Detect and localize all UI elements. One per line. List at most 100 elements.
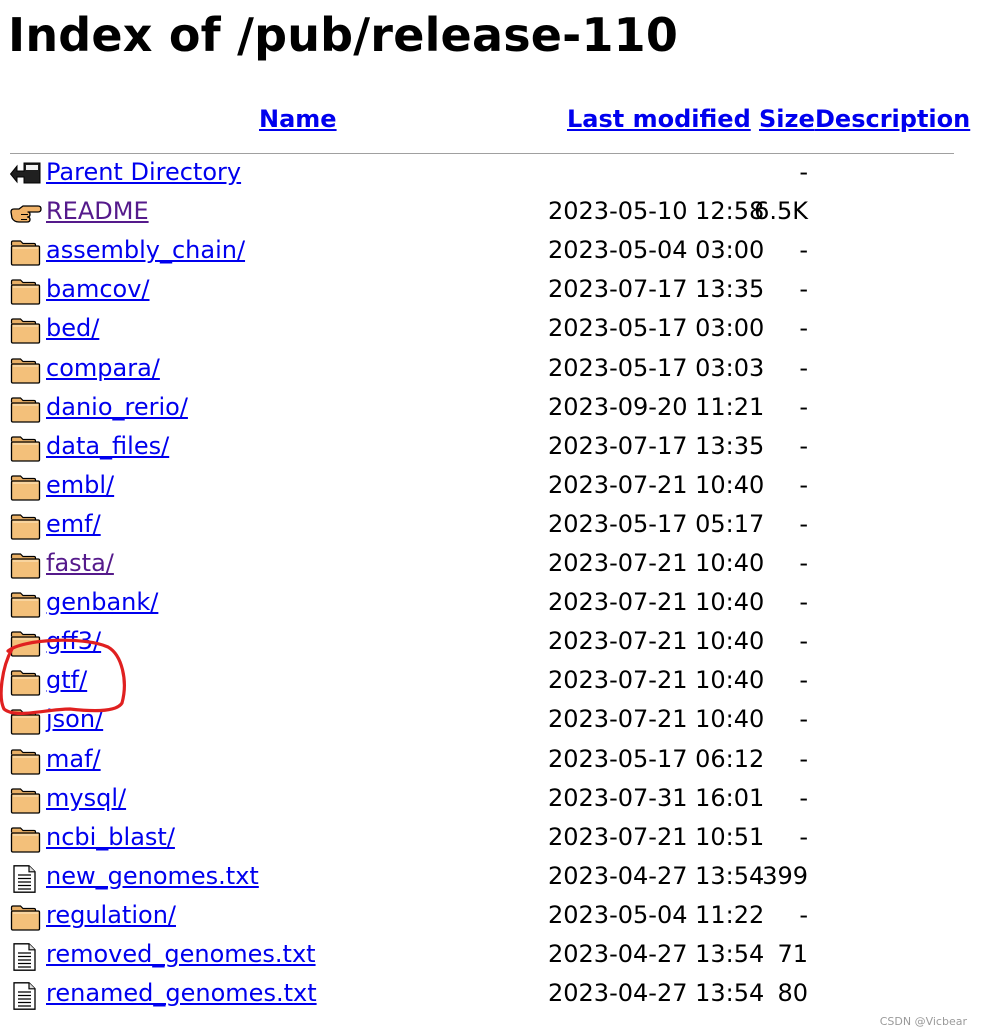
modified-date: 2023-07-17 13:35 [548,431,765,460]
folder-icon [10,396,42,424]
listing-row: compara/2023-05-17 03:03 - [0,349,982,388]
listing-row: emf/2023-05-17 05:17 - [0,505,982,544]
file-link[interactable]: regulation/ [46,896,176,935]
sort-by-last-modified-link[interactable]: Last modified [567,102,751,136]
listing-row: bed/2023-05-17 03:00 - [0,309,982,348]
text-file-icon [10,943,42,971]
listing-row: new_genomes.txt 2023-04-27 13:54 399 [0,857,982,896]
folder-icon [10,904,42,932]
modified-date: 2023-07-21 10:40 [548,627,765,656]
modified-date: 2023-07-21 10:40 [548,470,765,499]
listing-row: ncbi_blast/2023-07-21 10:51 - [0,818,982,857]
folder-icon [10,435,42,463]
text-file-icon [10,864,42,893]
sort-by-size-link[interactable]: Size [759,102,815,136]
file-size: 71 [777,940,808,968]
file-link[interactable]: genbank/ [46,583,158,622]
listing-row: gff3/2023-07-21 10:40 - [0,622,982,661]
file-size: - [799,275,808,304]
modified-date: 2023-05-17 03:00 [548,314,765,343]
file-link[interactable]: emf/ [46,505,101,544]
folder-icon [10,239,42,267]
listing-row: renamed_genomes.txt 2023-04-27 13:54 80 [0,974,982,1013]
listing-row: data_files/2023-07-17 13:35 - [0,427,982,466]
folder-icon [10,513,42,541]
file-link[interactable]: new_genomes.txt [46,857,259,896]
file-size: - [799,705,808,734]
modified-date: 2023-05-10 12:58 [548,197,765,226]
file-link[interactable]: assembly_chain/ [46,231,245,270]
listing-row: mysql/2023-07-31 16:01 - [0,779,982,818]
file-link[interactable]: mysql/ [46,779,126,818]
modified-date: 2023-07-17 13:35 [548,275,765,304]
sort-by-description-link[interactable]: Description [815,102,970,136]
listing-row: embl/2023-07-21 10:40 - [0,466,982,505]
file-size: - [799,431,808,460]
folder-icon [10,708,42,736]
file-size: - [799,627,808,656]
file-link[interactable]: maf/ [46,740,101,779]
folder-icon [10,278,42,306]
folder-icon [10,591,42,619]
file-link[interactable]: renamed_genomes.txt [46,974,317,1013]
modified-date: 2023-05-17 05:17 [548,509,765,538]
file-link[interactable]: danio_rerio/ [46,388,188,427]
page-title: Index of /pub/release-110 [8,8,679,62]
file-size: - [799,822,808,851]
listing-row: README 2023-05-10 12:58 6.5K [0,192,982,231]
listing-row: genbank/2023-07-21 10:40 - [0,583,982,622]
file-link[interactable]: embl/ [46,466,114,505]
file-link[interactable]: README [46,192,149,231]
folder-icon [10,826,42,854]
modified-date: 2023-05-04 11:22 [548,900,765,929]
file-size: 80 [777,979,808,1008]
folder-icon [10,552,42,580]
modified-date: 2023-05-17 03:03 [548,353,765,382]
file-size: - [799,392,808,421]
folder-icon [10,787,42,815]
file-link[interactable]: data_files/ [46,427,169,466]
modified-date: 2023-07-21 10:40 [548,588,765,617]
file-link[interactable]: json/ [46,700,103,739]
listing-row: bamcov/2023-07-17 13:35 - [0,270,982,309]
file-link[interactable]: ncbi_blast/ [46,818,175,857]
file-size: 399 [762,861,808,890]
modified-date: 2023-09-20 11:21 [548,392,765,421]
folder-icon [10,748,42,776]
modified-date: 2023-04-27 13:54 [548,940,765,968]
file-link[interactable]: Parent Directory [46,153,241,192]
modified-date: 2023-07-21 10:51 [548,822,765,851]
listing-row: assembly_chain/2023-05-04 03:00 - [0,231,982,270]
folder-icon [10,630,42,658]
text-file-icon [10,982,42,1010]
file-size: 6.5K [754,197,808,226]
folder-icon [10,357,42,385]
modified-date: 2023-05-04 03:00 [548,236,765,265]
file-link[interactable]: bed/ [46,309,99,348]
file-link[interactable]: bamcov/ [46,270,150,309]
modified-date: 2023-07-21 10:40 [548,549,765,577]
folder-icon [10,317,42,345]
back-icon [10,161,42,189]
folder-icon [10,474,42,502]
file-size: - [799,900,808,929]
modified-date: 2023-05-17 06:12 [548,744,765,773]
modified-date: 2023-04-27 13:54 [548,861,765,890]
file-size: - [799,470,808,499]
file-size: - [799,314,808,343]
modified-date: 2023-07-31 16:01 [548,783,765,812]
file-link[interactable]: removed_genomes.txt [46,935,316,974]
listing-row: Parent Directory - [0,153,982,192]
hand-pointer-icon [10,200,42,228]
file-size: - [799,236,808,265]
file-link[interactable]: gtf/ [46,661,87,700]
listing-row: danio_rerio/2023-09-20 11:21 - [0,388,982,427]
modified-date: 2023-04-27 13:54 [548,979,765,1008]
file-link[interactable]: fasta/ [46,544,114,583]
listing-row: json/2023-07-21 10:40 - [0,700,982,739]
sort-by-name-link[interactable]: Name [259,102,337,136]
file-link[interactable]: compara/ [46,349,160,388]
listing-row: removed_genomes.txt 2023-04-27 13:54 71 [0,935,982,974]
listing-row: gtf/2023-07-21 10:40 - [0,661,982,700]
file-link[interactable]: gff3/ [46,622,101,661]
